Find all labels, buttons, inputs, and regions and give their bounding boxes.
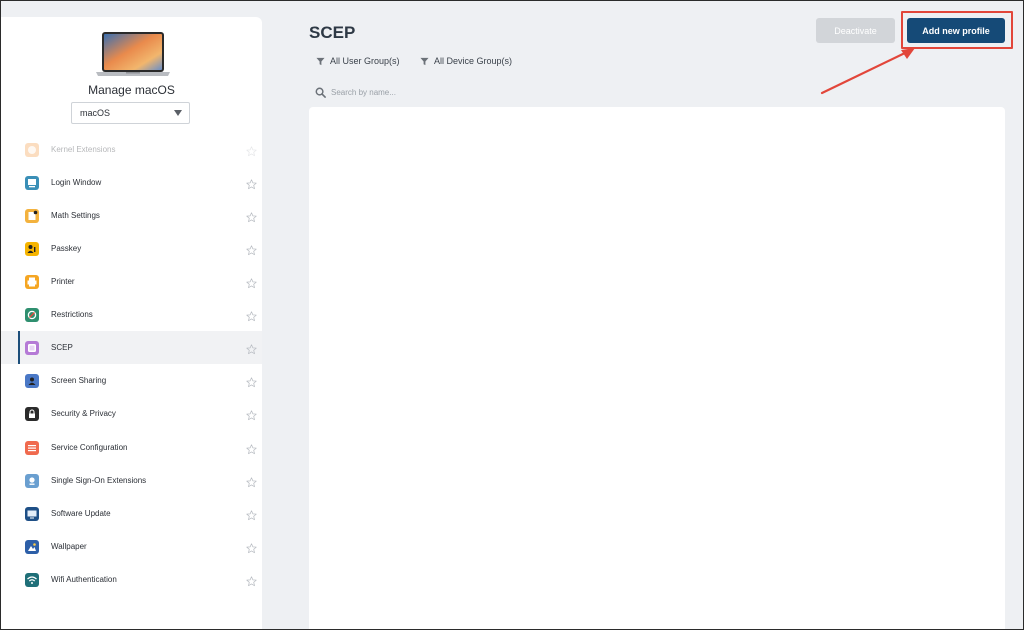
annotation-arrow — [820, 48, 915, 95]
macbook-image — [96, 32, 170, 76]
sidebar-item-single-sign-on[interactable]: Single Sign-On Extensions — [1, 464, 262, 497]
os-select-value: macOS — [80, 108, 111, 118]
sidebar-item-label: Printer — [51, 277, 75, 286]
favorite-star-icon[interactable] — [246, 442, 257, 455]
os-select-dropdown[interactable]: macOS — [71, 102, 190, 124]
sidebar-item-label: Service Configuration — [51, 443, 128, 452]
passkey-icon — [25, 241, 39, 256]
search-icon — [315, 87, 326, 98]
restrictions-icon — [25, 307, 39, 322]
search-bar — [315, 85, 515, 99]
math-settings-icon — [25, 208, 39, 223]
sidebar-item-restrictions[interactable]: Restrictions — [1, 298, 262, 331]
favorite-star-icon[interactable] — [246, 342, 257, 355]
manage-title: Manage macOS — [88, 83, 175, 97]
sidebar-item-label: Wallpaper — [51, 542, 87, 551]
sidebar-item-label: Single Sign-On Extensions — [51, 476, 147, 485]
sidebar-item-software-update[interactable]: Software Update — [1, 497, 262, 530]
favorite-star-icon[interactable] — [246, 508, 257, 521]
user-groups-filter[interactable]: All User Group(s) — [316, 56, 400, 66]
sidebar-item-math-settings[interactable]: Math Settings — [1, 199, 262, 232]
favorite-star-icon[interactable] — [246, 177, 257, 190]
security-privacy-icon — [25, 406, 39, 421]
favorite-star-icon[interactable] — [246, 144, 257, 157]
favorite-star-icon[interactable] — [246, 276, 257, 289]
search-input[interactable] — [331, 87, 511, 97]
sidebar-item-label: Login Window — [51, 178, 102, 187]
sidebar-item-label: Passkey — [51, 244, 82, 253]
favorite-star-icon[interactable] — [246, 475, 257, 488]
sidebar-item-label: Math Settings — [51, 211, 100, 220]
sidebar-item-scep[interactable]: SCEP — [1, 331, 262, 364]
sidebar-item-label: SCEP — [51, 343, 73, 352]
favorite-star-icon[interactable] — [246, 375, 257, 388]
caret-down-icon — [174, 110, 182, 116]
login-window-icon — [25, 175, 39, 190]
sidebar-item-service-configuration[interactable]: Service Configuration — [1, 431, 262, 464]
sidebar-item-wallpaper[interactable]: Wallpaper — [1, 530, 262, 563]
printer-icon — [25, 274, 39, 289]
sidebar: Manage macOS macOS Kernel Extensions Logi… — [1, 17, 262, 630]
device-groups-filter[interactable]: All Device Group(s) — [420, 56, 512, 66]
software-update-icon — [25, 506, 39, 521]
favorite-star-icon[interactable] — [246, 243, 257, 256]
service-configuration-icon — [25, 440, 39, 455]
user-groups-filter-label: All User Group(s) — [330, 56, 400, 66]
single-sign-on-icon — [25, 473, 39, 488]
screen-sharing-icon — [25, 373, 39, 388]
sidebar-item-login-window[interactable]: Login Window — [1, 166, 262, 199]
favorite-star-icon[interactable] — [246, 408, 257, 421]
sidebar-item-security-privacy[interactable]: Security & Privacy — [1, 397, 262, 430]
sidebar-item-label: Security & Privacy — [51, 409, 116, 418]
deactivate-button[interactable]: Deactivate — [816, 18, 895, 43]
sidebar-item-label: Kernel Extensions — [51, 145, 116, 154]
sidebar-item-label: Wifi Authentication — [51, 575, 117, 584]
sidebar-item-passkey[interactable]: Passkey — [1, 232, 262, 265]
filter-icon — [316, 57, 325, 65]
favorite-star-icon[interactable] — [246, 541, 257, 554]
favorite-star-icon[interactable] — [246, 574, 257, 587]
kernel-extensions-icon — [25, 142, 39, 157]
sidebar-item-wifi-authentication[interactable]: Wifi Authentication — [1, 563, 262, 596]
sidebar-item-screen-sharing[interactable]: Screen Sharing — [1, 364, 262, 397]
sidebar-item-label: Restrictions — [51, 310, 93, 319]
sidebar-item-kernel-extensions[interactable]: Kernel Extensions — [1, 133, 262, 166]
sidebar-item-label: Screen Sharing — [51, 376, 107, 385]
wallpaper-icon — [25, 539, 39, 554]
favorite-star-icon[interactable] — [246, 309, 257, 322]
page-title: SCEP — [309, 23, 356, 42]
add-new-profile-button[interactable]: Add new profile — [907, 18, 1005, 43]
sidebar-item-label: Software Update — [51, 509, 111, 518]
favorite-star-icon[interactable] — [246, 210, 257, 223]
wifi-authentication-icon — [25, 572, 39, 587]
sidebar-item-printer[interactable]: Printer — [1, 265, 262, 298]
device-groups-filter-label: All Device Group(s) — [434, 56, 513, 66]
content-panel — [309, 107, 1005, 630]
scep-icon — [25, 340, 39, 355]
filter-icon — [420, 57, 429, 65]
